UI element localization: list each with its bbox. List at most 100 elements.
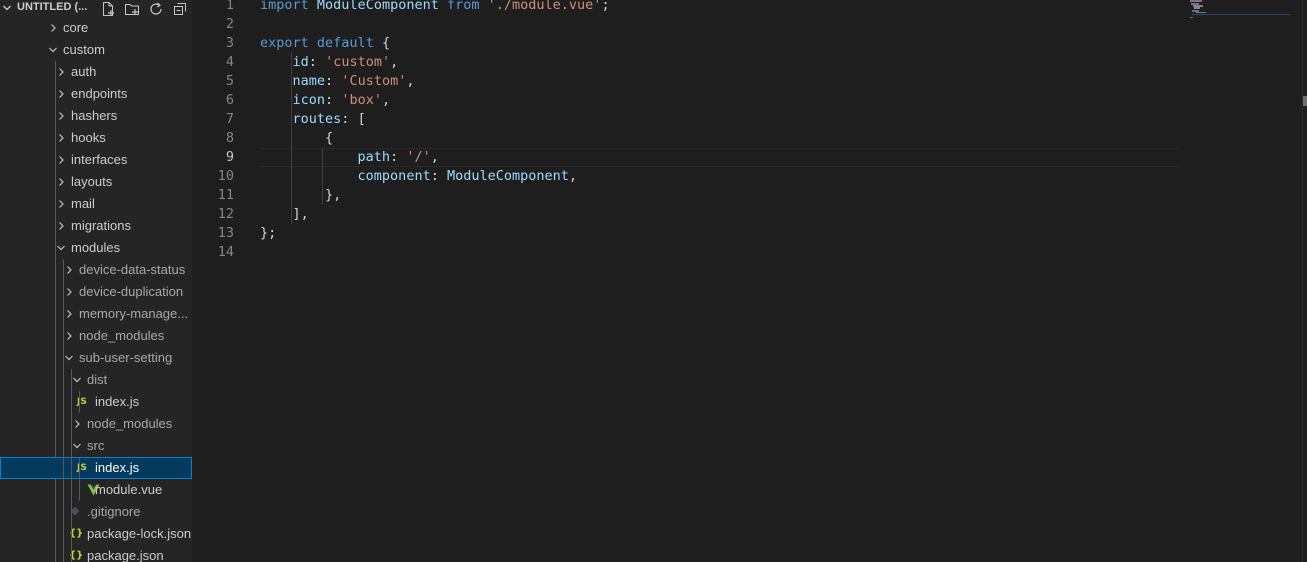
line-number: 9 (225, 149, 234, 165)
refresh-icon[interactable] (147, 0, 164, 17)
chevron-down-icon[interactable] (72, 441, 82, 451)
code-line[interactable]: 14 (192, 243, 1192, 262)
line-number: 5 (225, 73, 234, 89)
code-line[interactable]: 5 name: 'Custom', (192, 72, 1192, 91)
tree-folder[interactable]: src (0, 435, 192, 457)
line-number: 8 (225, 130, 234, 146)
tree-folder[interactable]: node_modules (0, 413, 192, 435)
chevron-right-icon[interactable] (64, 265, 74, 275)
tree-folder[interactable]: hooks (0, 127, 192, 149)
new-file-icon[interactable] (99, 0, 116, 17)
line-code: }; (260, 225, 277, 241)
workspace-header[interactable]: UNTITLED (... (0, 0, 192, 17)
chevron-right-icon[interactable] (48, 23, 58, 33)
tree-folder[interactable]: mail (0, 193, 192, 215)
tree-folder[interactable]: sub-user-setting (0, 347, 192, 369)
chevron-right-icon[interactable] (56, 221, 66, 231)
line-number: 13 (217, 225, 234, 241)
chevron-right-icon[interactable] (64, 331, 74, 341)
tree-folder[interactable]: modules (0, 237, 192, 259)
tree-folder[interactable]: node_modules (0, 325, 192, 347)
tree-folder[interactable]: custom (0, 39, 192, 61)
code-line[interactable]: 7 routes: [ (192, 110, 1192, 129)
line-number: 2 (225, 16, 234, 32)
chevron-right-icon[interactable] (56, 89, 66, 99)
tree-item-label: sub-user-setting (79, 350, 173, 365)
chevron-down-icon[interactable] (72, 375, 82, 385)
tree-item-label: hashers (71, 108, 118, 123)
tree-file[interactable]: .gitignore (0, 501, 192, 523)
tree-item-label: src (87, 438, 105, 453)
tree-folder[interactable]: hashers (0, 105, 192, 127)
tree-item-label: device-data-status (79, 262, 186, 277)
code-line[interactable]: 12 ], (192, 205, 1192, 224)
code-line[interactable]: 3 export default { (192, 34, 1192, 53)
line-number: 12 (217, 206, 234, 222)
tree-folder[interactable]: migrations (0, 215, 192, 237)
tree-file[interactable]: module.vue (0, 479, 192, 501)
code-line[interactable]: 4 id: 'custom', (192, 53, 1192, 72)
tree-item-label: device-duplication (79, 284, 184, 299)
chevron-right-icon[interactable] (72, 419, 82, 429)
scrollbar-thumb[interactable] (1303, 96, 1307, 106)
tree-folder[interactable]: memory-manage... (0, 303, 192, 325)
tree-folder[interactable]: layouts (0, 171, 192, 193)
tree-item-label: node_modules (79, 328, 165, 343)
chevron-right-icon[interactable] (56, 67, 66, 77)
code-editor[interactable]: 1 import ModuleComponent from './module.v… (192, 0, 1307, 562)
tree-item-label: module.vue (95, 482, 163, 497)
code-line[interactable]: 8 { (192, 129, 1192, 148)
collapse-all-icon[interactable] (171, 0, 188, 17)
chevron-right-icon[interactable] (56, 177, 66, 187)
tree-item-label: layouts (71, 174, 113, 189)
vertical-scrollbar[interactable] (1302, 0, 1307, 562)
tree-item-label: migrations (71, 218, 131, 233)
chevron-right-icon[interactable] (56, 155, 66, 165)
explorer-actions (99, 0, 188, 17)
chevron-down-icon[interactable] (2, 3, 12, 13)
tree-folder[interactable]: device-duplication (0, 281, 192, 303)
chevron-right-icon[interactable] (64, 309, 74, 319)
chevron-down-icon[interactable] (48, 45, 58, 55)
tree-folder[interactable]: auth (0, 61, 192, 83)
explorer-sidebar: UNTITLED (... core custom auth endpoints has… (0, 0, 192, 562)
line-code: name: 'Custom', (292, 73, 415, 89)
code-line[interactable]: 11 }, (192, 186, 1192, 205)
chevron-down-icon[interactable] (56, 243, 66, 253)
line-code: id: 'custom', (292, 54, 399, 70)
chevron-right-icon[interactable] (56, 133, 66, 143)
workspace-title: UNTITLED (... (17, 1, 88, 13)
code-line[interactable]: 1 import ModuleComponent from './module.v… (192, 0, 1192, 15)
tree-folder[interactable]: interfaces (0, 149, 192, 171)
new-folder-icon[interactable] (123, 0, 140, 17)
line-code: icon: 'box', (292, 92, 391, 108)
tree-folder[interactable]: device-data-status (0, 259, 192, 281)
chevron-right-icon[interactable] (56, 111, 66, 121)
tree-item-label: interfaces (71, 152, 128, 167)
tree-file[interactable]: JS index.js (0, 391, 192, 413)
tree-folder[interactable]: endpoints (0, 83, 192, 105)
tree-file[interactable]: {} package.json (0, 545, 192, 562)
tree-file[interactable]: {} package-lock.json (0, 523, 192, 545)
line-number: 14 (217, 244, 234, 260)
tree-file[interactable]: JS index.js (0, 457, 192, 479)
tree-folder[interactable]: core (0, 17, 192, 39)
chevron-right-icon[interactable] (56, 199, 66, 209)
tree-item-label: modules (71, 240, 121, 255)
code-line[interactable]: 9 path: '/', (192, 148, 1192, 167)
minimap[interactable] (1188, 0, 1298, 40)
chevron-down-icon[interactable] (64, 353, 74, 363)
line-code: routes: [ (292, 111, 366, 127)
line-number: 10 (217, 168, 234, 184)
line-number: 4 (225, 54, 234, 70)
line-code: path: '/', (357, 149, 439, 165)
code-line[interactable]: 13}; (192, 224, 1192, 243)
line-code: }, (325, 187, 342, 203)
code-line[interactable]: 2 (192, 15, 1192, 34)
chevron-right-icon[interactable] (64, 287, 74, 297)
line-number: 11 (217, 187, 234, 203)
code-line[interactable]: 6 icon: 'box', (192, 91, 1192, 110)
line-code: ], (292, 206, 309, 222)
code-line[interactable]: 10 component: ModuleComponent, (192, 167, 1192, 186)
tree-folder[interactable]: dist (0, 369, 192, 391)
